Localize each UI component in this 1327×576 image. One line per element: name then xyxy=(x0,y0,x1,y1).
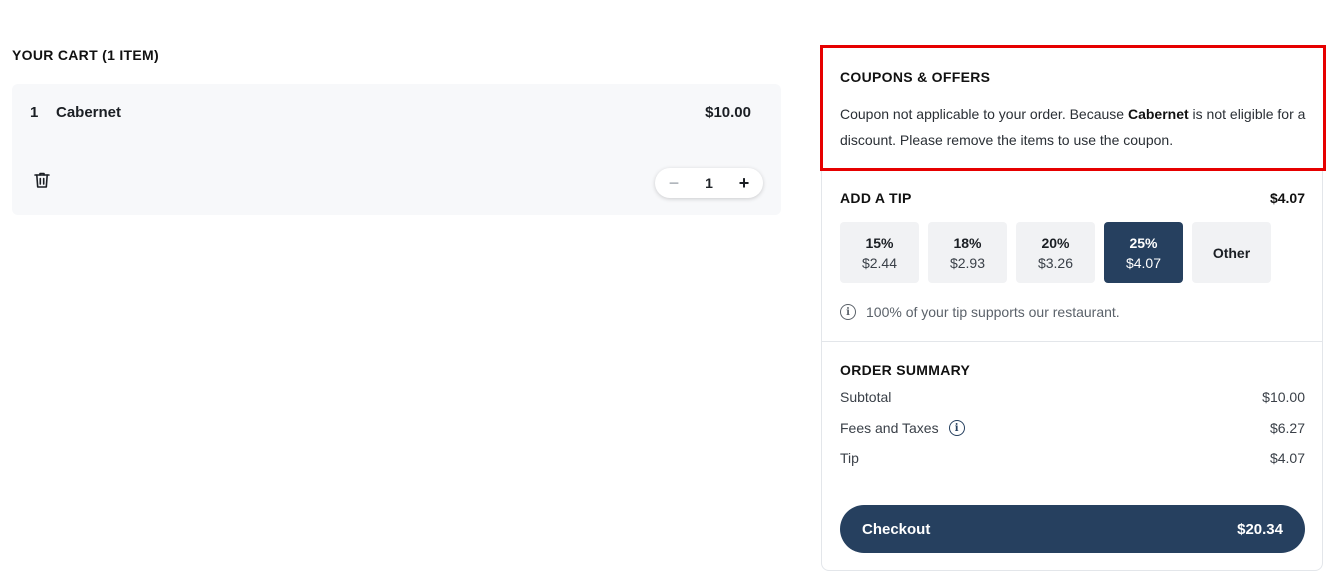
tip-options: 15% $2.44 18% $2.93 20% $3.26 25% $4.07 … xyxy=(840,222,1271,283)
info-icon: i xyxy=(840,304,856,320)
tip-option-amount: $3.26 xyxy=(1037,254,1074,271)
summary-tip-row: Tip $4.07 xyxy=(840,450,1305,466)
cart-item-name: Cabernet xyxy=(56,104,122,121)
subtotal-value: $10.00 xyxy=(1262,389,1305,405)
minus-icon[interactable]: − xyxy=(665,174,683,192)
tip-option-25[interactable]: 25% $4.07 xyxy=(1104,222,1183,283)
info-icon[interactable]: i xyxy=(948,420,965,436)
tip-title: ADD A TIP xyxy=(840,190,912,206)
tip-option-label: Other xyxy=(1212,244,1251,261)
checkout-total: $20.34 xyxy=(1237,520,1283,538)
divider xyxy=(822,341,1322,342)
tip-label: Tip xyxy=(840,450,859,466)
plus-icon[interactable]: + xyxy=(735,174,753,192)
tip-option-amount: $2.93 xyxy=(949,254,986,271)
summary-fees-row: Fees and Taxes i $6.27 xyxy=(840,420,1305,436)
cart-item-price: $10.00 xyxy=(705,104,751,121)
tip-option-percent: 20% xyxy=(1041,234,1070,251)
fees-value: $6.27 xyxy=(1269,420,1305,436)
quantity-value: 1 xyxy=(705,175,713,191)
coupon-message-item: Cabernet xyxy=(1127,106,1189,122)
tip-option-percent: 25% xyxy=(1129,234,1158,251)
cart-item-quantity: 1 xyxy=(30,104,39,121)
tip-option-20[interactable]: 20% $3.26 xyxy=(1016,222,1095,283)
cart-item-card: 1 Cabernet $10.00 − 1 + xyxy=(12,84,781,215)
tip-option-18[interactable]: 18% $2.93 xyxy=(928,222,1007,283)
cart-item-row: 1 Cabernet $10.00 xyxy=(30,104,751,121)
checkout-button[interactable]: Checkout $20.34 xyxy=(840,505,1305,553)
summary-subtotal-row: Subtotal $10.00 xyxy=(840,389,1305,405)
tip-value: $4.07 xyxy=(1269,450,1305,466)
coupons-section: COUPONS & OFFERS Coupon not applicable t… xyxy=(820,45,1326,171)
tip-option-percent: 15% xyxy=(865,234,894,251)
coupon-message-before: Coupon not applicable to your order. Bec… xyxy=(840,106,1128,122)
order-summary-title: ORDER SUMMARY xyxy=(840,362,971,378)
tip-option-percent: 18% xyxy=(953,234,982,251)
fees-label: Fees and Taxes xyxy=(840,420,939,436)
fees-label-group: Fees and Taxes i xyxy=(840,420,965,436)
tip-option-amount: $4.07 xyxy=(1125,254,1162,271)
tip-note: i 100% of your tip supports our restaura… xyxy=(840,304,1120,320)
checkout-label: Checkout xyxy=(862,520,931,538)
cart-title: YOUR CART (1 ITEM) xyxy=(12,47,159,63)
tip-option-other[interactable]: Other xyxy=(1192,222,1271,283)
tip-amount: $4.07 xyxy=(1269,190,1305,206)
coupon-message: Coupon not applicable to your order. Bec… xyxy=(840,101,1310,153)
tip-option-15[interactable]: 15% $2.44 xyxy=(840,222,919,283)
quantity-stepper: − 1 + xyxy=(655,168,763,198)
tip-option-amount: $2.44 xyxy=(861,254,898,271)
trash-icon[interactable] xyxy=(32,170,52,190)
subtotal-label: Subtotal xyxy=(840,389,892,405)
coupons-title: COUPONS & OFFERS xyxy=(840,69,991,85)
tip-note-text: 100% of your tip supports our restaurant… xyxy=(866,304,1120,320)
